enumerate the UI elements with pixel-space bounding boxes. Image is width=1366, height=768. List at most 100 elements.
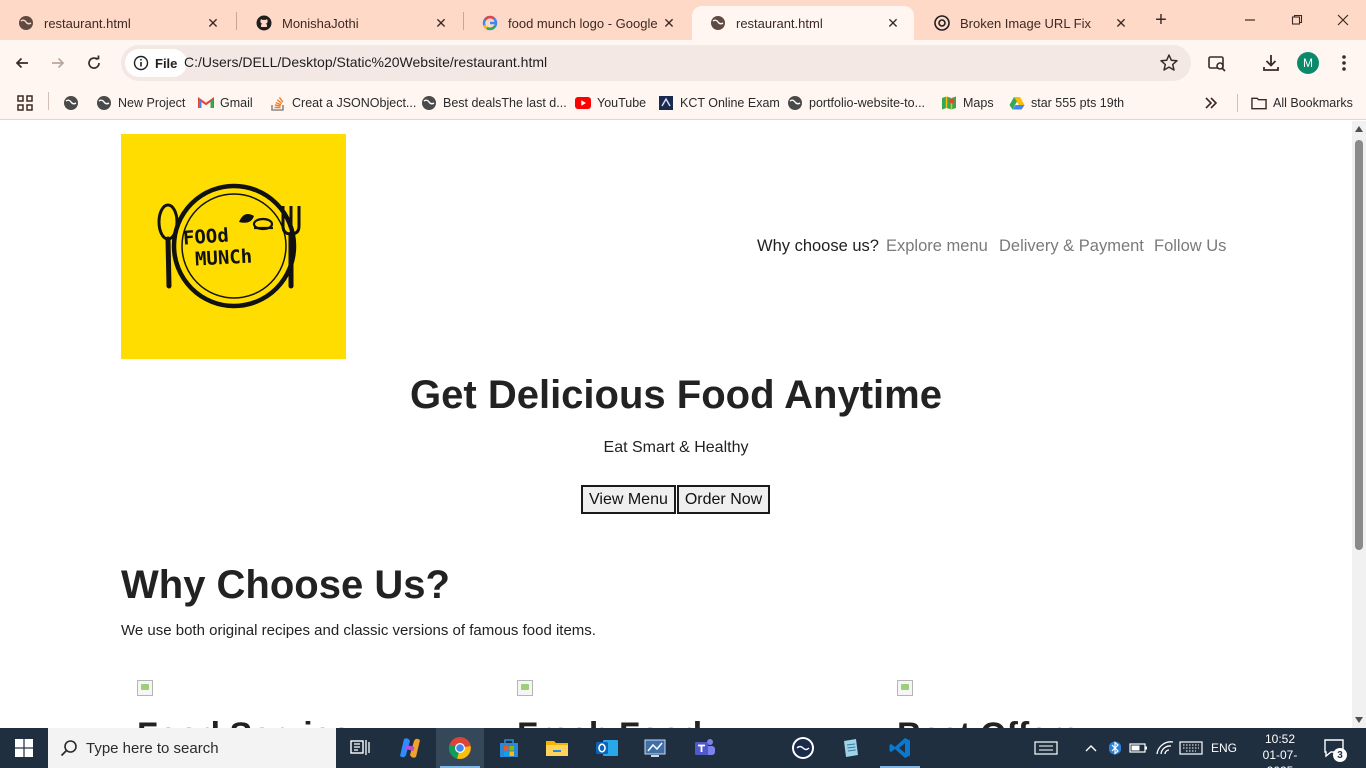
language-indicator[interactable]: ENG <box>1208 728 1240 768</box>
broken-image-icon <box>897 680 913 696</box>
nav-why-choose-us[interactable]: Why choose us? <box>757 237 879 256</box>
teams-icon[interactable] <box>681 728 729 768</box>
input-indicator-icon[interactable] <box>1030 728 1062 768</box>
food-munch-logo: FOOd MUNCh <box>121 134 346 359</box>
bookmark-label: Gmail <box>220 96 253 110</box>
close-icon[interactable]: ✕ <box>432 14 450 32</box>
chrome-taskbar-icon[interactable] <box>436 728 484 768</box>
bookmark-label: KCT Online Exam <box>680 96 780 110</box>
taskbar-search-box[interactable]: Type here to search <box>48 728 336 768</box>
bookmark-label: New Project <box>118 96 186 110</box>
tab-title: food munch logo - Google Se <box>508 15 660 31</box>
url-text[interactable]: C:/Users/DELL/Desktop/Static%20Website/r… <box>184 54 547 70</box>
order-now-button[interactable]: Order Now <box>676 485 771 514</box>
logo-text-food: FOOd <box>182 224 230 250</box>
kct-waves-icon[interactable] <box>779 728 827 768</box>
notepad-icon[interactable] <box>827 728 875 768</box>
scroll-thumb[interactable] <box>1355 140 1363 550</box>
google-icon <box>482 15 498 31</box>
bookmark-label: Maps <box>963 96 994 110</box>
close-icon[interactable]: ✕ <box>884 14 902 32</box>
nav-follow-us[interactable]: Follow Us <box>1154 237 1226 256</box>
tab-title: MonishaJothi <box>282 15 359 31</box>
new-tab-button[interactable]: + <box>1150 10 1172 32</box>
microsoft-store-icon[interactable] <box>485 728 533 768</box>
task-view-icon[interactable] <box>336 728 384 768</box>
forward-button[interactable] <box>46 51 70 75</box>
nav-delivery-payment[interactable]: Delivery & Payment <box>999 237 1144 256</box>
vscode-icon[interactable] <box>876 728 924 768</box>
copilot-icon[interactable] <box>386 728 434 768</box>
windows-taskbar: Type here to search ENG 10:52 01-07- 3 <box>0 728 1366 768</box>
chevron-up-icon[interactable] <box>1082 728 1100 768</box>
bookmark-label: Creat a JSONObject... <box>292 96 417 110</box>
tab-github[interactable]: MonishaJothi ✕ <box>238 6 462 40</box>
reload-button[interactable] <box>82 51 106 75</box>
bookmark-globe[interactable] <box>63 92 85 114</box>
card-title-fresh-food: Fresh Food <box>517 716 702 728</box>
bookmark-label: portfolio-website-to... <box>809 96 926 110</box>
profile-avatar[interactable]: M <box>1297 52 1319 74</box>
keyboard-icon[interactable] <box>1178 728 1204 768</box>
bookmarks-overflow-icon[interactable] <box>1204 92 1218 114</box>
file-explorer-icon[interactable] <box>533 728 581 768</box>
forward-arrow-icon <box>52 57 65 69</box>
windows-start-button[interactable] <box>0 728 48 768</box>
nav-explore-menu[interactable]: Explore menu <box>886 237 988 256</box>
back-arrow-icon <box>15 57 28 69</box>
site-info-chip[interactable]: File <box>125 49 188 77</box>
gmail-icon <box>198 95 214 111</box>
outlook-icon[interactable] <box>583 728 631 768</box>
close-icon[interactable]: ✕ <box>1112 14 1130 32</box>
bookmark-kct-exam[interactable]: KCT Online Exam <box>658 92 780 114</box>
view-menu-button[interactable]: View Menu <box>581 485 676 514</box>
close-icon[interactable]: ✕ <box>660 14 678 32</box>
why-choose-us-description: We use both original recipes and classic… <box>121 622 596 639</box>
all-bookmarks-label: All Bookmarks <box>1273 96 1353 110</box>
tab-broken-image[interactable]: Broken Image URL Fix ✕ <box>916 6 1142 40</box>
battery-icon[interactable] <box>1128 728 1150 768</box>
bookmark-star-icon[interactable] <box>1159 53 1179 73</box>
bookmarks-separator <box>1237 94 1238 112</box>
browser-toolbar: File C:/Users/DELL/Desktop/Static%20Webs… <box>0 40 1366 86</box>
window-close-icon[interactable] <box>1331 8 1355 32</box>
kct-app-icon[interactable] <box>631 728 679 768</box>
bookmark-maps[interactable]: Maps <box>941 92 994 114</box>
kebab-menu-icon[interactable] <box>1333 52 1355 74</box>
tab-restaurant-active[interactable]: restaurant.html ✕ <box>692 6 914 40</box>
scroll-down-arrow-icon[interactable] <box>1355 717 1363 723</box>
restore-icon[interactable] <box>1285 8 1309 32</box>
tab-title: restaurant.html <box>736 15 823 31</box>
globe-icon <box>63 95 79 111</box>
bookmark-label: YouTube <box>597 96 647 110</box>
bookmarks-bar: New Project Gmail Creat a JSONObject... … <box>0 86 1366 120</box>
apps-grid-icon[interactable] <box>16 92 34 114</box>
page-scrollbar[interactable] <box>1352 121 1366 728</box>
download-icon[interactable] <box>1260 52 1282 74</box>
windows-logo-icon <box>15 739 33 757</box>
address-bar[interactable]: File C:/Users/DELL/Desktop/Static%20Webs… <box>121 45 1191 81</box>
close-icon[interactable]: ✕ <box>204 14 222 32</box>
bookmark-new-project[interactable]: New Project <box>96 92 185 114</box>
bookmark-json-object[interactable]: Creat a JSONObject... <box>270 92 416 114</box>
all-bookmarks-button[interactable]: All Bookmarks <box>1251 92 1353 114</box>
taskbar-clock[interactable]: 10:52 01-07-2025 <box>1252 731 1308 768</box>
lens-search-icon[interactable] <box>1206 52 1228 74</box>
bookmark-youtube[interactable]: YouTube <box>575 92 646 114</box>
bookmark-gmail[interactable]: Gmail <box>198 92 253 114</box>
bookmark-best-deals[interactable]: Best dealsThe last d... <box>421 92 567 114</box>
bookmark-star-555[interactable]: star 555 pts 19th <box>1009 92 1124 114</box>
drive-icon <box>1009 95 1025 111</box>
globe-icon <box>421 95 437 111</box>
tab-restaurant-1[interactable]: restaurant.html ✕ <box>0 6 234 40</box>
hero-title: Get Delicious Food Anytime <box>410 373 942 417</box>
back-button[interactable] <box>10 51 34 75</box>
bluetooth-icon[interactable] <box>1106 728 1124 768</box>
tab-google-search[interactable]: food munch logo - Google Se ✕ <box>464 6 690 40</box>
wifi-icon[interactable] <box>1154 728 1176 768</box>
scroll-up-arrow-icon[interactable] <box>1355 126 1363 132</box>
bookmark-label: Best dealsThe last d... <box>443 96 567 110</box>
site-chip-label: File <box>155 55 178 71</box>
minimize-icon[interactable] <box>1238 8 1262 32</box>
bookmark-portfolio[interactable]: portfolio-website-to... <box>787 92 925 114</box>
